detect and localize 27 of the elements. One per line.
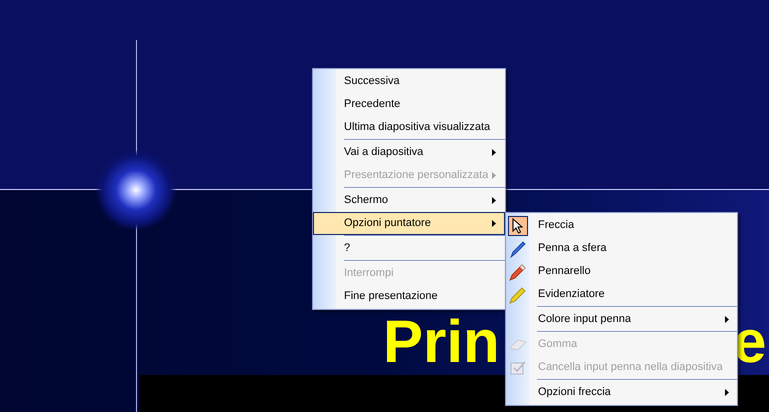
- pen-icon: [509, 240, 527, 258]
- submenu-arrow-icon: [492, 149, 496, 156]
- submenu-item[interactable]: Colore input penna: [506, 308, 737, 331]
- menu-item[interactable]: Ultima diapositiva visualizzata: [313, 116, 505, 139]
- submenu-arrow-icon: [725, 316, 729, 323]
- menu-item[interactable]: Fine presentazione: [313, 285, 505, 308]
- menu-item[interactable]: Opzioni puntatore: [313, 212, 505, 235]
- submenu-arrow-icon: [492, 220, 496, 227]
- marker-icon: [509, 262, 527, 280]
- submenu-arrow-icon: [492, 172, 496, 179]
- slide-title: Prin: [383, 312, 500, 372]
- eraser-icon: [509, 338, 527, 352]
- submenu-item[interactable]: Opzioni freccia: [506, 381, 737, 404]
- submenu-item[interactable]: Freccia: [506, 214, 737, 237]
- menu-item[interactable]: Precedente: [313, 93, 505, 116]
- highlighter-icon: [509, 286, 527, 304]
- submenu-item[interactable]: Penna a sfera: [506, 237, 737, 260]
- submenu-arrow-icon: [725, 389, 729, 396]
- slide-erase-icon: [510, 360, 526, 374]
- menu-item[interactable]: ?: [313, 237, 505, 260]
- cursor-arrow-icon: [512, 218, 524, 234]
- menu-item[interactable]: Schermo: [313, 189, 505, 212]
- menu-item[interactable]: Successiva: [313, 70, 505, 93]
- submenu-arrow-icon: [492, 197, 496, 204]
- menu-item[interactable]: Vai a diapositiva: [313, 141, 505, 164]
- submenu-item[interactable]: Evidenziatore: [506, 283, 737, 306]
- submenu-item[interactable]: Pennarello: [506, 260, 737, 283]
